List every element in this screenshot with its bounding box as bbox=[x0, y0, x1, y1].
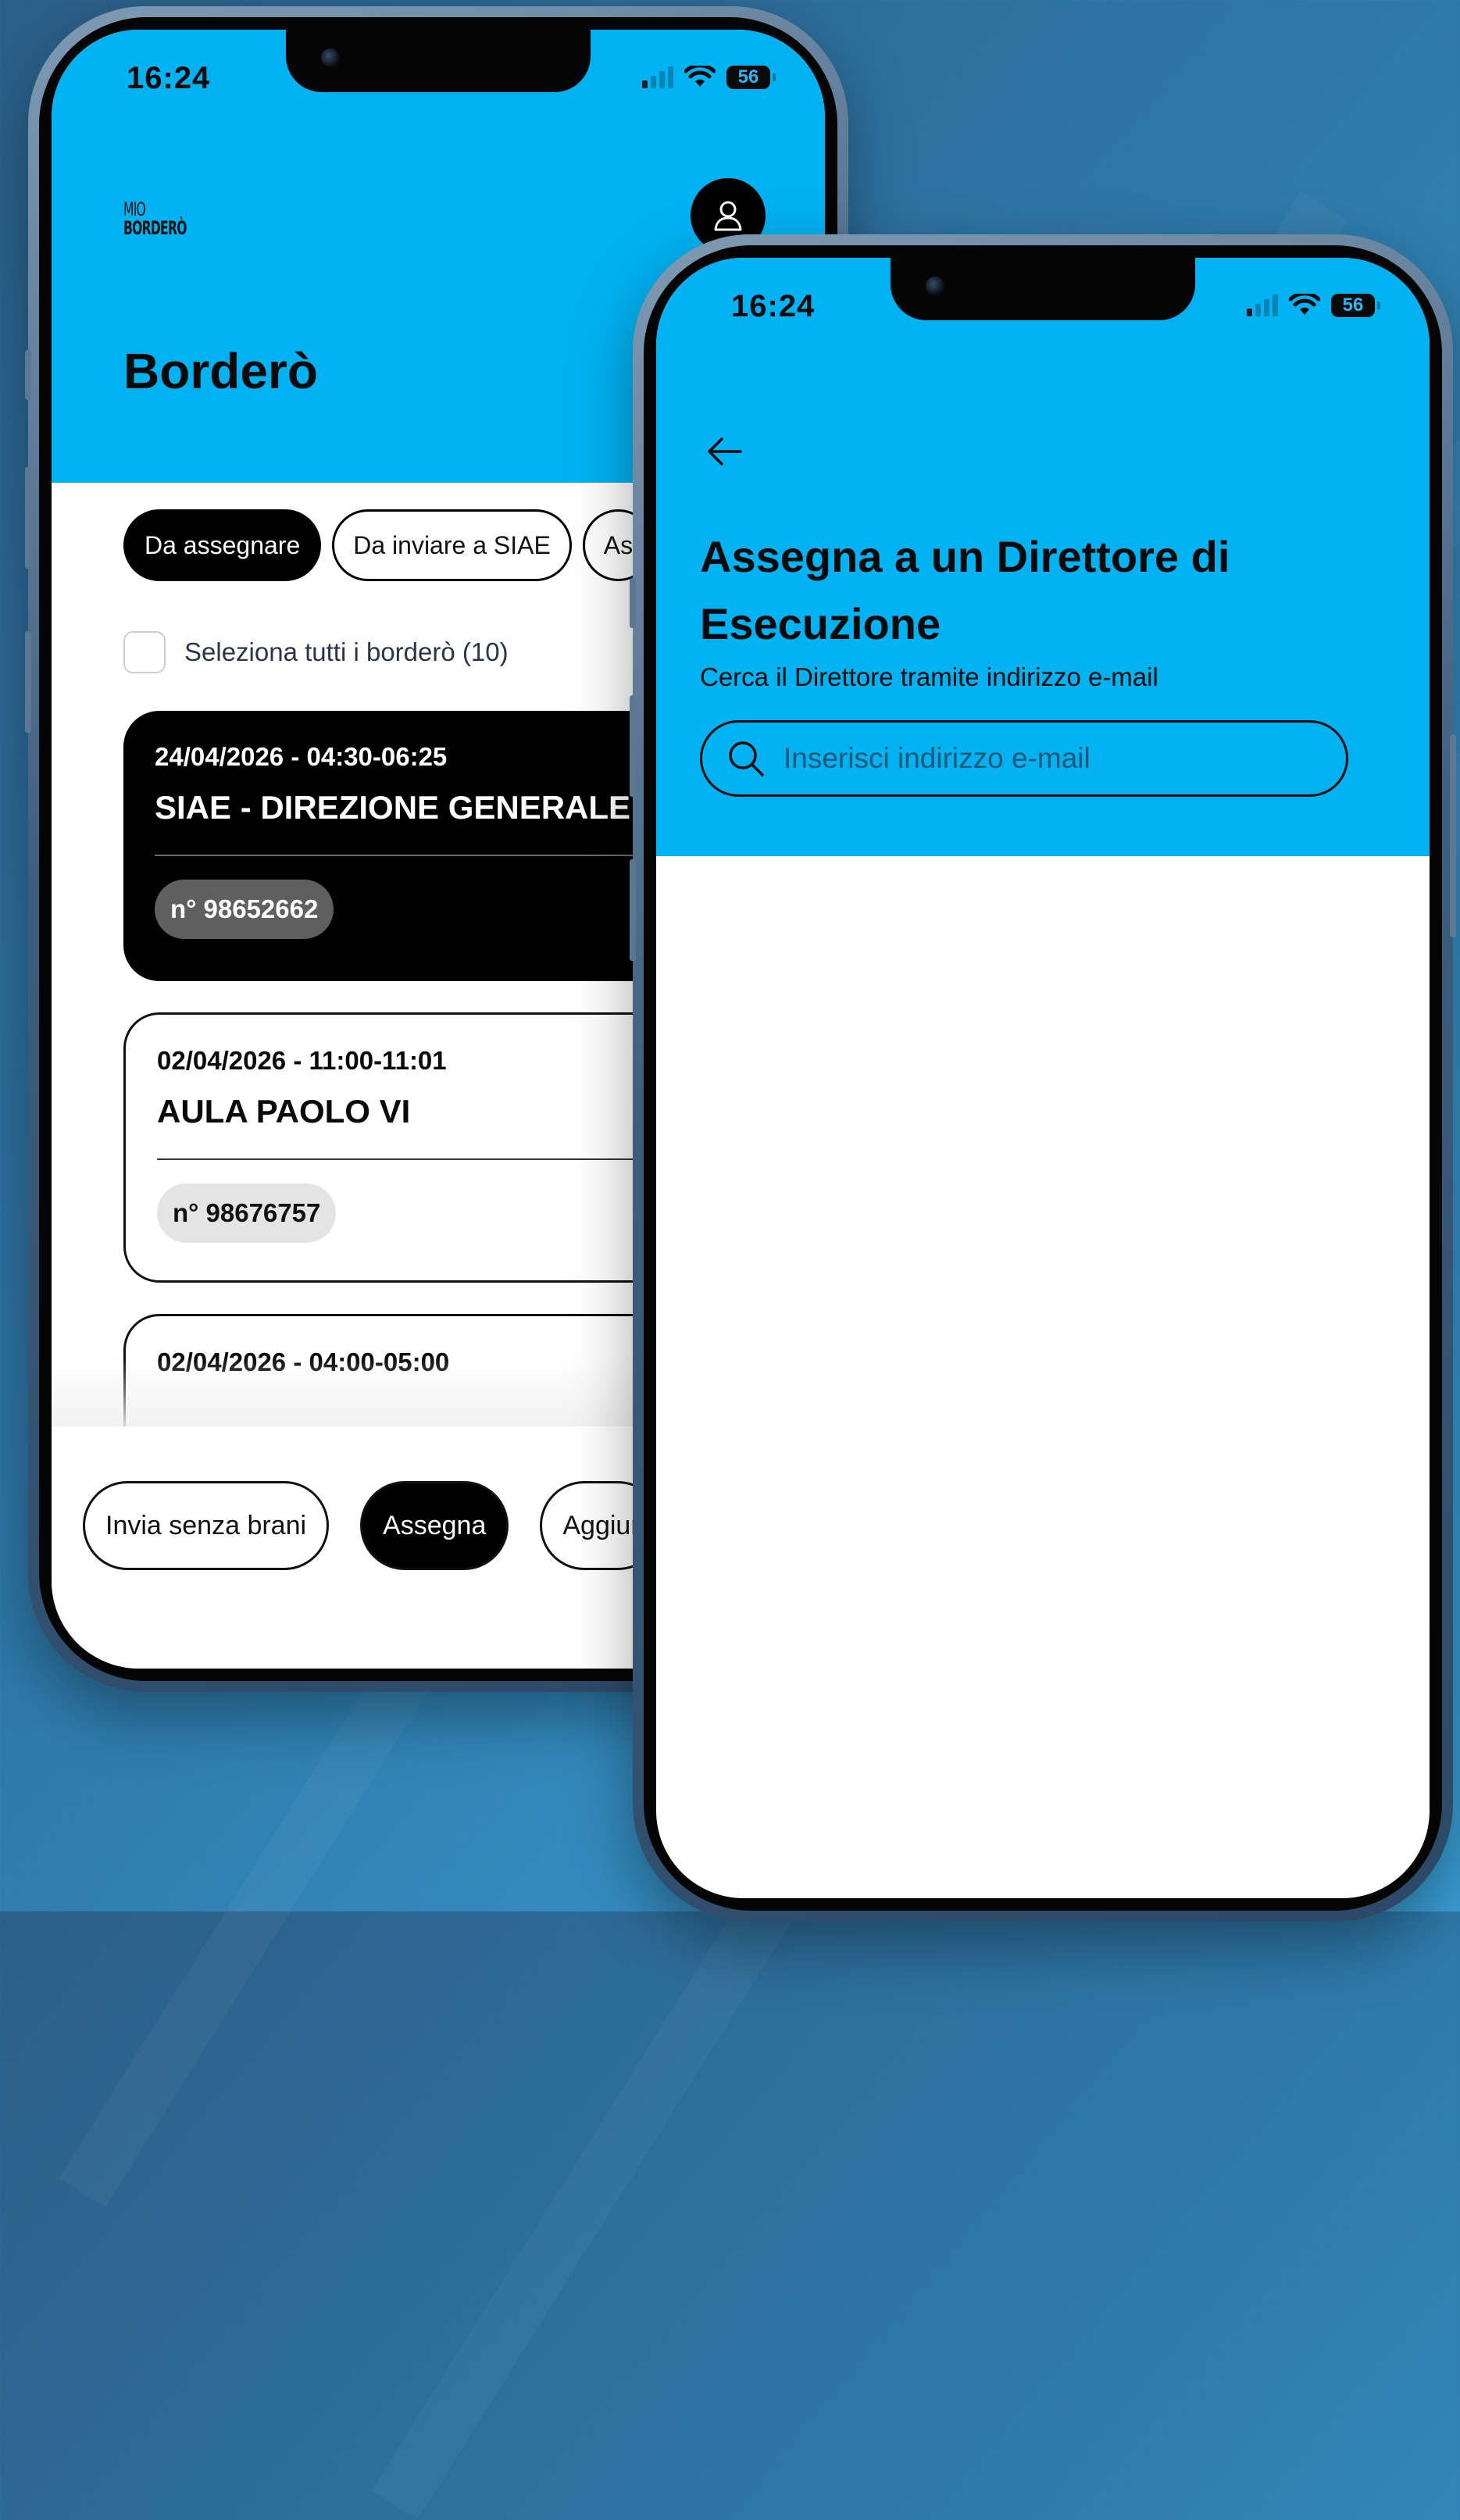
search-field[interactable] bbox=[700, 720, 1348, 797]
select-all-row[interactable]: Seleziona tutti i borderò (10) bbox=[123, 631, 509, 673]
user-icon bbox=[714, 201, 742, 231]
assign-button[interactable]: Assegna bbox=[360, 1481, 509, 1570]
side-button bbox=[1450, 734, 1456, 937]
status-time: 16:24 bbox=[731, 289, 816, 323]
logo-line-1: MIO bbox=[123, 198, 146, 220]
select-all-label: Seleziona tutti i borderò (10) bbox=[184, 637, 509, 666]
app-logo: MIO BORDERÒ bbox=[123, 200, 187, 237]
page-title: Assegna a un Direttore di Esecuzione bbox=[700, 532, 1230, 648]
status-time: 16:24 bbox=[127, 61, 211, 95]
search-icon bbox=[729, 741, 764, 776]
side-button bbox=[25, 350, 31, 400]
side-button bbox=[25, 467, 31, 569]
signal-icon bbox=[1247, 294, 1278, 316]
arrow-left-icon bbox=[708, 437, 742, 466]
filter-tabs: Da assegnare Da inviare a SIAE As bbox=[123, 509, 655, 581]
tab-da-inviare-a-siae[interactable]: Da inviare a SIAE bbox=[332, 509, 572, 581]
side-button bbox=[25, 631, 31, 733]
battery-icon: 56 bbox=[1331, 294, 1380, 317]
page-title: Borderò bbox=[123, 343, 318, 399]
page-subtitle: Cerca il Direttore tramite indirizzo e-m… bbox=[700, 662, 1158, 691]
wifi-icon bbox=[1289, 294, 1320, 315]
logo-line-2: BORDERÒ bbox=[123, 217, 187, 239]
side-button bbox=[630, 578, 636, 628]
notch bbox=[286, 30, 591, 92]
select-all-checkbox[interactable] bbox=[123, 631, 166, 673]
back-button[interactable] bbox=[701, 428, 748, 475]
screen: 16:24 56 Assegna a un Direttore di Esecu… bbox=[656, 258, 1430, 1898]
status-icons: 56 bbox=[1247, 294, 1380, 317]
wifi-icon bbox=[684, 66, 716, 87]
side-button bbox=[630, 859, 636, 961]
side-button bbox=[630, 695, 636, 797]
notch bbox=[891, 258, 1195, 320]
phone-assign-director: 16:24 56 Assegna a un Direttore di Esecu… bbox=[630, 234, 1456, 1922]
status-icons: 56 bbox=[642, 66, 776, 89]
send-without-songs-button[interactable]: Invia senza brani bbox=[83, 1481, 330, 1570]
front-camera bbox=[926, 277, 944, 295]
card-number-badge: n° 98652662 bbox=[155, 880, 334, 939]
battery-icon: 56 bbox=[726, 66, 776, 89]
email-search-input[interactable] bbox=[782, 741, 1332, 776]
bottom-actions: Invia senza brani Assegna Aggiur bbox=[83, 1481, 662, 1570]
card-number-badge: n° 98676757 bbox=[157, 1183, 337, 1243]
tab-da-assegnare[interactable]: Da assegnare bbox=[123, 509, 322, 581]
signal-icon bbox=[642, 66, 673, 88]
front-camera bbox=[321, 48, 340, 67]
